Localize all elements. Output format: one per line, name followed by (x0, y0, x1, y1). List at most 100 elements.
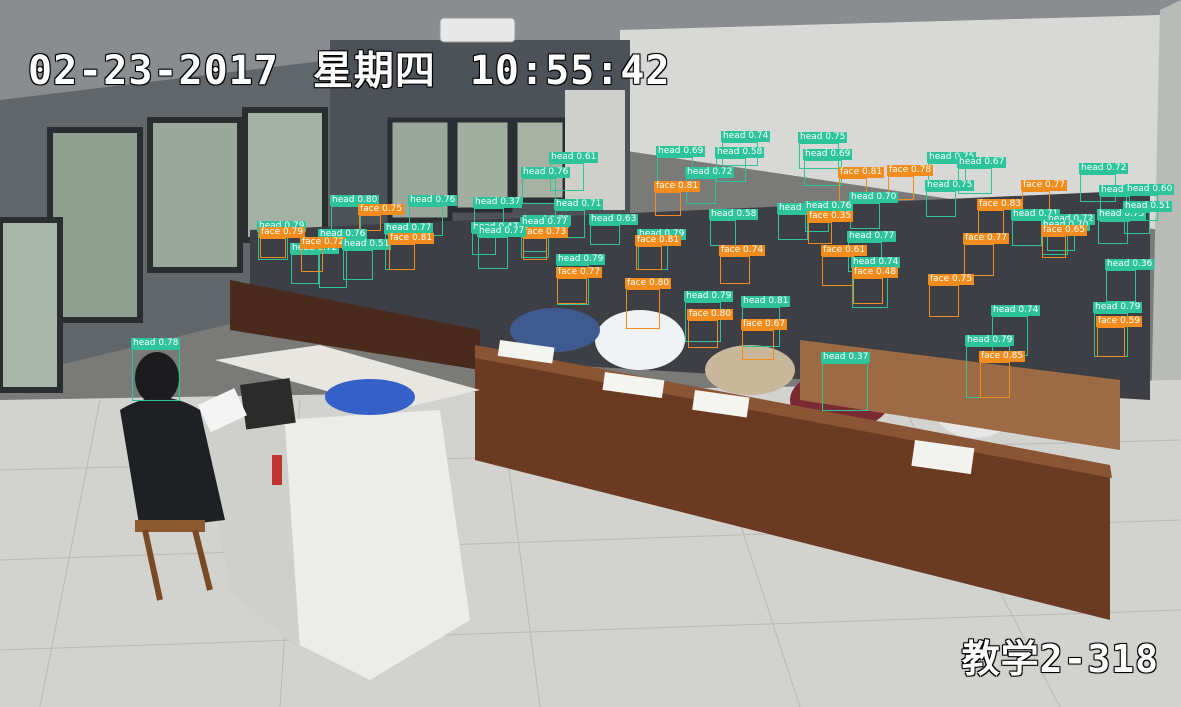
detection-label: head 0.78 (131, 338, 181, 349)
weekday-text: 星期四 (312, 48, 436, 94)
detection-label: head 0.61 (549, 152, 599, 163)
detection-outline (720, 256, 750, 284)
detection-outline (778, 214, 808, 240)
detection-head-box: head 0.37 (821, 352, 871, 411)
detection-outline (808, 222, 832, 244)
detection-label: face 0.72 (300, 237, 347, 248)
detection-outline (590, 225, 620, 245)
detection-head-box: head 0.63 (589, 214, 639, 245)
detection-label: head 0.75 (925, 180, 975, 191)
detection-outline (822, 256, 854, 286)
timestamp-overlay: 02-23-2017 星期四 10:55:42 (28, 38, 704, 96)
detection-head-box: head 0.71 (1011, 209, 1061, 246)
detection-label: face 0.81 (654, 181, 701, 192)
detection-head-box: head 0.78 (131, 338, 181, 401)
detection-label: head 0.81 (741, 296, 791, 307)
detection-label: face 0.75 (358, 204, 405, 215)
detection-outline (978, 210, 1004, 234)
detection-label: head 0.60 (1125, 184, 1175, 195)
detection-outline (478, 237, 508, 269)
camera-frame: head 0.74 head 0.75 head 0.69 head 0.58 head… (0, 0, 1181, 707)
detection-outline (926, 191, 956, 217)
detection-label: head 0.69 (656, 146, 706, 157)
detection-outline (853, 278, 883, 304)
detection-outline (980, 362, 1010, 398)
detection-label: head 0.70 (849, 192, 899, 203)
detection-head-box: head 0.69 (803, 149, 853, 186)
red-bottle (272, 455, 282, 485)
detection-label: head 0.76 (408, 195, 458, 206)
detection-outline (522, 178, 556, 204)
detection-outline (655, 192, 681, 216)
detection-label: head 0.79 (1093, 302, 1143, 313)
detection-label: face 0.81 (635, 235, 682, 246)
detection-label: face 0.80 (625, 278, 672, 289)
detection-label: head 0.79 (684, 291, 734, 302)
detection-face-box: face 0.81 (654, 181, 701, 216)
detection-outline (688, 320, 718, 348)
detection-label: head 0.74 (721, 131, 771, 142)
detection-label: face 0.48 (852, 267, 899, 278)
detection-label: face 0.35 (807, 211, 854, 222)
detection-label: face 0.85 (979, 351, 1026, 362)
detection-label: head 0.51 (342, 239, 392, 250)
detection-head-box: head 0.36 (1105, 259, 1155, 302)
detection-face-box: face 0.65 (1041, 225, 1088, 258)
window-left-2 (147, 117, 243, 273)
detection-label: head 0.67 (957, 157, 1007, 168)
detection-label: face 0.81 (388, 233, 435, 244)
detection-label: head 0.77 (847, 231, 897, 242)
detection-outline (1097, 327, 1125, 357)
detection-face-box: face 0.48 (852, 267, 899, 304)
detection-label: head 0.74 (991, 305, 1041, 316)
detection-outline (1106, 270, 1136, 302)
detection-label: head 0.63 (589, 214, 639, 225)
detection-outline (710, 220, 736, 246)
detection-label: face 0.75 (928, 274, 975, 285)
detection-label: head 0.75 (798, 132, 848, 143)
detection-face-box: face 0.67 (741, 319, 788, 360)
detection-label: head 0.58 (715, 147, 765, 158)
detection-outline (804, 160, 842, 186)
detection-outline (389, 244, 415, 270)
detection-face-box: face 0.61 (821, 245, 868, 286)
detection-label: head 0.77 (477, 226, 527, 237)
detection-face-box: face 0.80 (687, 309, 734, 348)
detection-label: head 0.79 (556, 254, 606, 265)
room-label-overlay: 教学2-318 (961, 637, 1159, 681)
detection-head-box: head 0.75 (925, 180, 975, 217)
detection-face-box: face 0.80 (625, 278, 672, 329)
detection-outline (742, 330, 774, 360)
detection-head-box: head 0.65 (777, 203, 827, 240)
detection-label: head 0.72 (1079, 163, 1129, 174)
detection-head-box: head 0.51 (1123, 201, 1173, 234)
pillar (565, 90, 625, 210)
detection-face-box: face 0.59 (1096, 316, 1143, 357)
detection-outline (626, 289, 660, 329)
detection-face-box: face 0.79 (259, 227, 306, 258)
window-left-1 (47, 127, 143, 323)
detection-outline (132, 349, 180, 401)
detection-label: head 0.79 (965, 335, 1015, 346)
detection-face-box: face 0.75 (928, 274, 975, 317)
detection-label: head 0.58 (709, 209, 759, 220)
detection-face-box: face 0.74 (719, 245, 766, 284)
detection-outline (1042, 236, 1066, 258)
detection-outline (260, 238, 286, 258)
detection-outline (636, 246, 662, 270)
detection-head-box: head 0.70 (849, 192, 899, 229)
blue-bag (325, 379, 415, 415)
window-left-4 (0, 217, 63, 393)
detection-face-box: face 0.83 (977, 199, 1024, 234)
detection-face-box: face 0.73 (522, 227, 569, 260)
detection-face-box: face 0.35 (807, 211, 854, 244)
detection-label: face 0.78 (887, 165, 934, 176)
detection-label: face 0.79 (259, 227, 306, 238)
detection-label: face 0.74 (719, 245, 766, 256)
detection-label: head 0.51 (1123, 201, 1173, 212)
detection-outline (964, 244, 994, 276)
detection-label: head 0.76 (521, 167, 571, 178)
detection-label: face 0.59 (1096, 316, 1143, 327)
detection-label: head 0.37 (473, 197, 523, 208)
detection-label: head 0.69 (803, 149, 853, 160)
